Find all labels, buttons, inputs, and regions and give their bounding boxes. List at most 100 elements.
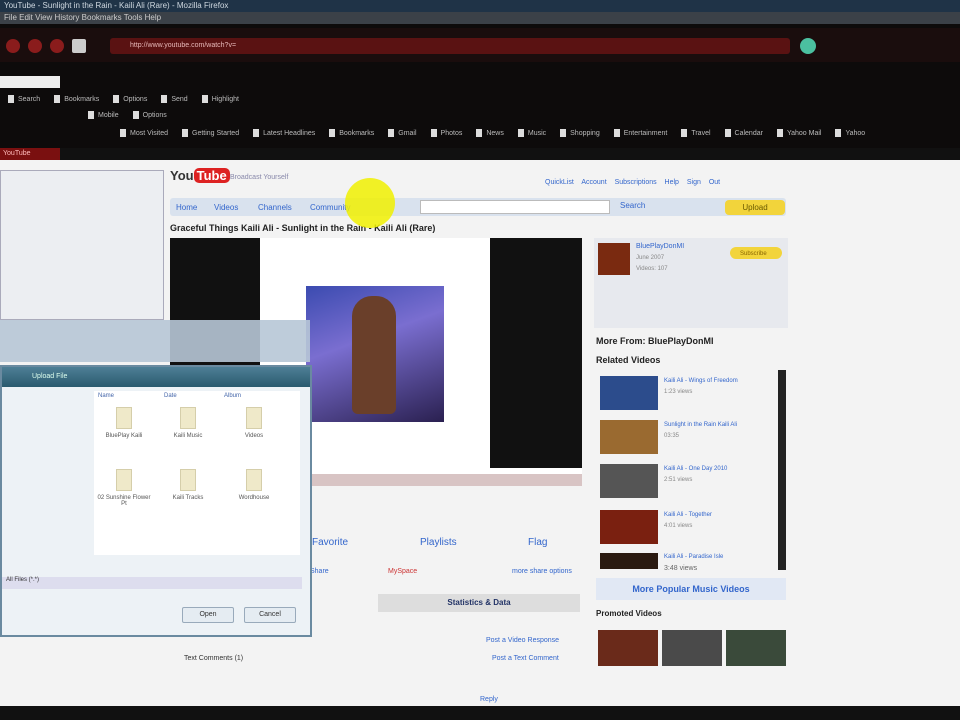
youtube-logo[interactable]: You Tube xyxy=(170,168,230,183)
related-video[interactable]: Kaili Ali - Wings of Freedom 1:23 views xyxy=(600,376,780,410)
more-share-link[interactable]: more share options xyxy=(512,568,572,575)
channel-name[interactable]: BluePlayDonMI xyxy=(636,243,684,250)
nav-videos[interactable]: Videos xyxy=(214,203,238,212)
user-nav[interactable]: QuickList Account Subscriptions Help Sig… xyxy=(545,179,720,186)
search-button[interactable]: Search xyxy=(620,201,645,210)
toolbar-item[interactable]: Mobile xyxy=(88,108,119,124)
promoted-thumbnail[interactable] xyxy=(598,630,658,666)
home-icon[interactable] xyxy=(72,39,86,53)
video-thumbnail[interactable] xyxy=(600,420,658,454)
bookmark[interactable]: Getting Started xyxy=(182,126,239,142)
toolbar-1 xyxy=(0,74,960,90)
logo-tagline: Broadcast Yourself xyxy=(230,174,289,181)
video-title[interactable]: Kaili Ali - One Day 2010 xyxy=(664,466,774,472)
toolbar-item[interactable]: Options xyxy=(113,92,147,108)
related-video[interactable]: Kaili Ali - Together 4:01 views xyxy=(600,510,780,544)
open-button[interactable]: Open xyxy=(182,607,234,623)
file-item[interactable]: 02 Sunshine Flower Pt xyxy=(94,469,154,507)
nav-channels[interactable]: Channels xyxy=(258,203,292,212)
bookmark[interactable]: Bookmarks xyxy=(329,126,374,142)
share-link[interactable]: Share xyxy=(310,568,329,575)
video-meta: 4:01 views xyxy=(664,523,693,529)
bookmarks-bar: Most Visited Getting Started Latest Headli… xyxy=(0,126,960,142)
bookmark[interactable]: Calendar xyxy=(725,126,763,142)
myspace-link[interactable]: MySpace xyxy=(388,568,417,575)
video-title[interactable]: Kaili Ali - Paradise Isle xyxy=(664,554,774,560)
video-title[interactable]: Sunlight in the Rain Kaili Ali xyxy=(664,422,774,428)
url-bar[interactable]: http://www.youtube.com/watch?v= xyxy=(110,38,790,54)
video-thumbnail[interactable] xyxy=(600,376,658,410)
toolbar-search-input[interactable] xyxy=(0,76,60,88)
video-title: Graceful Things Kaili Ali - Sunlight in … xyxy=(170,223,436,233)
column-album[interactable]: Album xyxy=(224,393,241,399)
promoted-videos-header: Promoted Videos xyxy=(596,609,662,618)
bookmark[interactable]: Music xyxy=(518,126,546,142)
column-name[interactable]: Name xyxy=(98,393,114,399)
subscribe-button[interactable]: Subscribe xyxy=(730,247,782,259)
file-item[interactable]: Wordhouse xyxy=(224,469,284,501)
reply-link[interactable]: Reply xyxy=(480,696,498,703)
related-videos-header[interactable]: Related Videos xyxy=(596,355,660,365)
cancel-button[interactable]: Cancel xyxy=(244,607,296,623)
playlists-link[interactable]: Playlists xyxy=(420,537,457,548)
search-input[interactable] xyxy=(420,200,610,214)
video-title[interactable]: Kaili Ali - Wings of Freedom xyxy=(664,378,774,384)
bookmark[interactable]: Travel xyxy=(681,126,710,142)
video-meta: 3:48 views xyxy=(664,565,698,572)
more-popular-music-button[interactable]: More Popular Music Videos xyxy=(596,578,786,600)
video-thumbnail[interactable] xyxy=(600,553,658,569)
addon-icon[interactable] xyxy=(800,38,816,54)
forward-button[interactable] xyxy=(28,39,42,53)
file-type-select[interactable]: All Files (*.*) xyxy=(2,577,302,589)
file-item[interactable]: BluePlay Kaili xyxy=(94,407,154,439)
tab-bar xyxy=(0,148,960,160)
bookmark[interactable]: Entertainment xyxy=(614,126,668,142)
related-scrollbar[interactable] xyxy=(778,370,786,570)
upload-button[interactable]: Upload xyxy=(725,200,785,215)
bookmark[interactable]: Gmail xyxy=(388,126,416,142)
bookmark[interactable]: Photos xyxy=(431,126,463,142)
text-comments-header[interactable]: Text Comments (1) xyxy=(184,655,243,662)
flag-link[interactable]: Flag xyxy=(528,537,547,548)
toolbar-item[interactable]: Search xyxy=(8,92,40,108)
reload-button[interactable] xyxy=(50,39,64,53)
video-title[interactable]: Kaili Ali - Together xyxy=(664,512,774,518)
related-video[interactable]: Kaili Ali - One Day 2010 2:51 views xyxy=(600,464,780,498)
player-controls[interactable] xyxy=(310,474,582,486)
bookmark[interactable]: News xyxy=(476,126,504,142)
nav-home[interactable]: Home xyxy=(176,203,197,212)
bookmark[interactable]: Most Visited xyxy=(120,126,168,142)
related-video[interactable]: Kaili Ali - Paradise Isle 3:48 views xyxy=(600,553,780,577)
channel-avatar[interactable] xyxy=(598,243,630,275)
bookmark[interactable]: Yahoo xyxy=(835,126,865,142)
bookmark[interactable]: Yahoo Mail xyxy=(777,126,822,142)
dialog-titlebar[interactable]: Upload File xyxy=(2,367,310,387)
statistics-button[interactable]: Statistics & Data xyxy=(378,594,580,612)
toolbar-item[interactable]: Options xyxy=(133,108,167,124)
bookmark[interactable]: Shopping xyxy=(560,126,600,142)
file-item[interactable]: Kaili Tracks xyxy=(158,469,218,501)
post-video-response-link[interactable]: Post a Video Response xyxy=(486,637,559,644)
menu-bar[interactable]: File Edit View History Bookmarks Tools H… xyxy=(0,12,960,24)
video-thumbnail[interactable] xyxy=(600,464,658,498)
toolbar-item[interactable]: Highlight xyxy=(202,92,239,108)
video-thumbnail[interactable] xyxy=(600,510,658,544)
promoted-thumbnail[interactable] xyxy=(726,630,786,666)
favorite-link[interactable]: Favorite xyxy=(312,537,348,548)
file-item[interactable]: Videos xyxy=(224,407,284,439)
tab-youtube[interactable]: YouTube xyxy=(0,148,60,160)
back-button[interactable] xyxy=(6,39,20,53)
search-box[interactable] xyxy=(826,40,896,52)
bookmark[interactable]: Latest Headlines xyxy=(253,126,315,142)
toolbar-item[interactable]: Bookmarks xyxy=(54,92,99,108)
column-date[interactable]: Date xyxy=(164,393,177,399)
toolbar-item[interactable]: Send xyxy=(161,92,187,108)
file-open-dialog: Upload File Name Date Album BluePlay Kai… xyxy=(0,365,312,637)
more-from-header[interactable]: More From: BluePlayDonMI xyxy=(596,336,714,346)
file-item[interactable]: Kaili Music xyxy=(158,407,218,439)
related-video[interactable]: Sunlight in the Rain Kaili Ali 03:35 xyxy=(600,420,780,454)
post-text-comment-link[interactable]: Post a Text Comment xyxy=(492,655,559,662)
channel-videos: Videos: 107 xyxy=(636,266,668,272)
promoted-thumbnail[interactable] xyxy=(662,630,722,666)
subscribe-label: Subscribe xyxy=(740,251,767,257)
